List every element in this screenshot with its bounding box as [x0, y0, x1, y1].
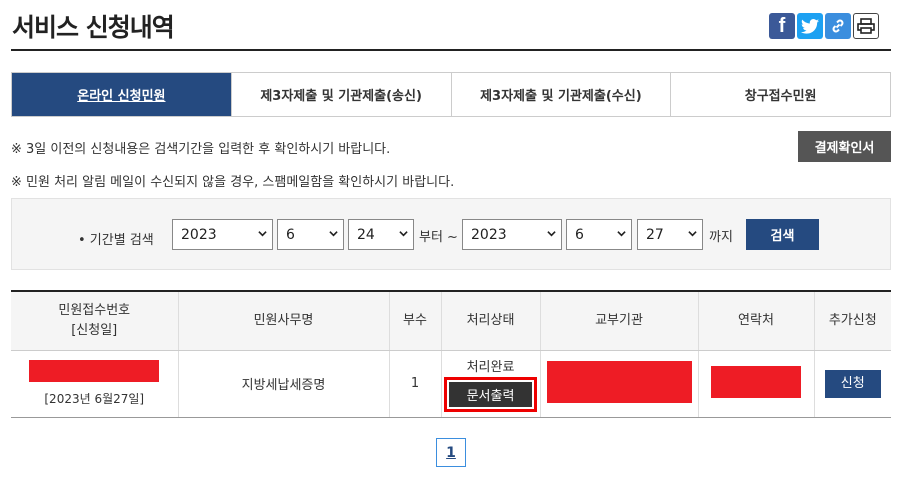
receipt-cell: [2023년 6월27일] [11, 350, 178, 418]
title-divider [11, 49, 891, 51]
print-document-button[interactable]: 문서출력 [449, 381, 532, 407]
status-cell: 처리완료 문서출력 [440, 350, 540, 418]
chevron-down-icon [258, 231, 267, 237]
to-year-value: 2023 [471, 226, 507, 243]
redacted-contact [711, 365, 801, 398]
service-name-cell: 지방세납세증명 [177, 350, 389, 418]
header-contact: 연락처 [697, 290, 814, 351]
from-month-select[interactable]: 6 [277, 219, 344, 250]
redacted-issuing-agency [546, 360, 692, 403]
page-link-1[interactable]: 1 [436, 438, 466, 467]
to-day-value: 27 [646, 226, 664, 243]
copies-cell: 1 [388, 350, 441, 418]
additional-cell: 신청 [813, 350, 891, 418]
from-year-select[interactable]: 2023 [172, 219, 273, 250]
header-receipt-line2: [신청일] [71, 322, 118, 338]
status-text: 처리완료 [466, 359, 515, 375]
tab-online-applications[interactable]: 온라인 신청민원 [12, 73, 231, 116]
to-suffix: 까지 [709, 230, 733, 245]
facebook-icon[interactable]: f [769, 13, 795, 39]
link-icon[interactable] [825, 13, 851, 39]
to-month-value: 6 [575, 226, 584, 243]
from-day-value: 24 [357, 226, 375, 243]
to-month-select[interactable]: 6 [566, 219, 632, 250]
issuing-agency-cell [539, 350, 698, 418]
to-day-select[interactable]: 27 [637, 219, 703, 250]
header-receipt-line1: 민원접수번호 [58, 302, 131, 318]
table-header-row: 민원접수번호 [신청일] 민원사무명 부수 처리상태 교부기관 연락처 추가신청 [11, 290, 891, 351]
header-service-name: 민원사무명 [177, 290, 389, 351]
to-year-select[interactable]: 2023 [462, 219, 562, 250]
header-additional: 추가신청 [813, 290, 891, 351]
header-receipt-number: 민원접수번호 [신청일] [11, 290, 178, 351]
chevron-down-icon [547, 231, 556, 237]
twitter-icon[interactable] [797, 13, 823, 39]
header-issuing-agency: 교부기관 [539, 290, 698, 351]
notice-search-period: ※ 3일 이전의 신청내용은 검색기간을 입력한 후 확인하시기 바랍니다. [11, 142, 391, 157]
header-status: 처리상태 [440, 290, 540, 351]
chevron-down-icon [399, 231, 408, 237]
application-table: 민원접수번호 [신청일] 민원사무명 부수 처리상태 교부기관 연락처 추가신청… [11, 290, 891, 418]
tab-third-party-sent[interactable]: 제3자제출 및 기관제출(송신) [230, 73, 451, 116]
search-period-label: • 기간별 검색 [78, 233, 154, 248]
tab-counter-applications[interactable]: 창구접수민원 [670, 73, 890, 116]
contact-cell [697, 350, 814, 418]
from-year-value: 2023 [181, 226, 217, 243]
search-panel: • 기간별 검색 2023 6 24 부터 ~ 2023 6 27 까지 검색 [11, 198, 891, 270]
from-month-value: 6 [286, 226, 295, 243]
tab-third-party-received[interactable]: 제3자제출 및 기관제출(수신) [450, 73, 671, 116]
application-date: [2023년 6월27일] [44, 392, 145, 406]
chevron-down-icon [617, 231, 626, 237]
from-day-select[interactable]: 24 [348, 219, 414, 250]
search-button[interactable]: 검색 [746, 219, 819, 250]
from-suffix: 부터 ~ [419, 230, 458, 245]
print-button-highlight: 문서출력 [444, 376, 537, 412]
tab-bar: 온라인 신청민원 제3자제출 및 기관제출(송신) 제3자제출 및 기관제출(수… [11, 72, 891, 117]
share-bar: f [769, 13, 879, 39]
chevron-down-icon [688, 231, 697, 237]
table-row: [2023년 6월27일] 지방세납세증명 1 처리완료 문서출력 신청 [11, 350, 891, 418]
redacted-receipt-number [29, 360, 160, 382]
header-copies: 부수 [388, 290, 441, 351]
notice-spam-mail: ※ 민원 처리 알림 메일이 수신되지 않을 경우, 스팸메일함을 확인하시기 … [11, 175, 455, 190]
apply-button[interactable]: 신청 [824, 369, 881, 398]
page-title: 서비스 신청내역 [12, 13, 175, 42]
payment-confirmation-button[interactable]: 결제확인서 [798, 131, 891, 162]
print-icon[interactable] [853, 13, 879, 39]
chevron-down-icon [329, 231, 338, 237]
